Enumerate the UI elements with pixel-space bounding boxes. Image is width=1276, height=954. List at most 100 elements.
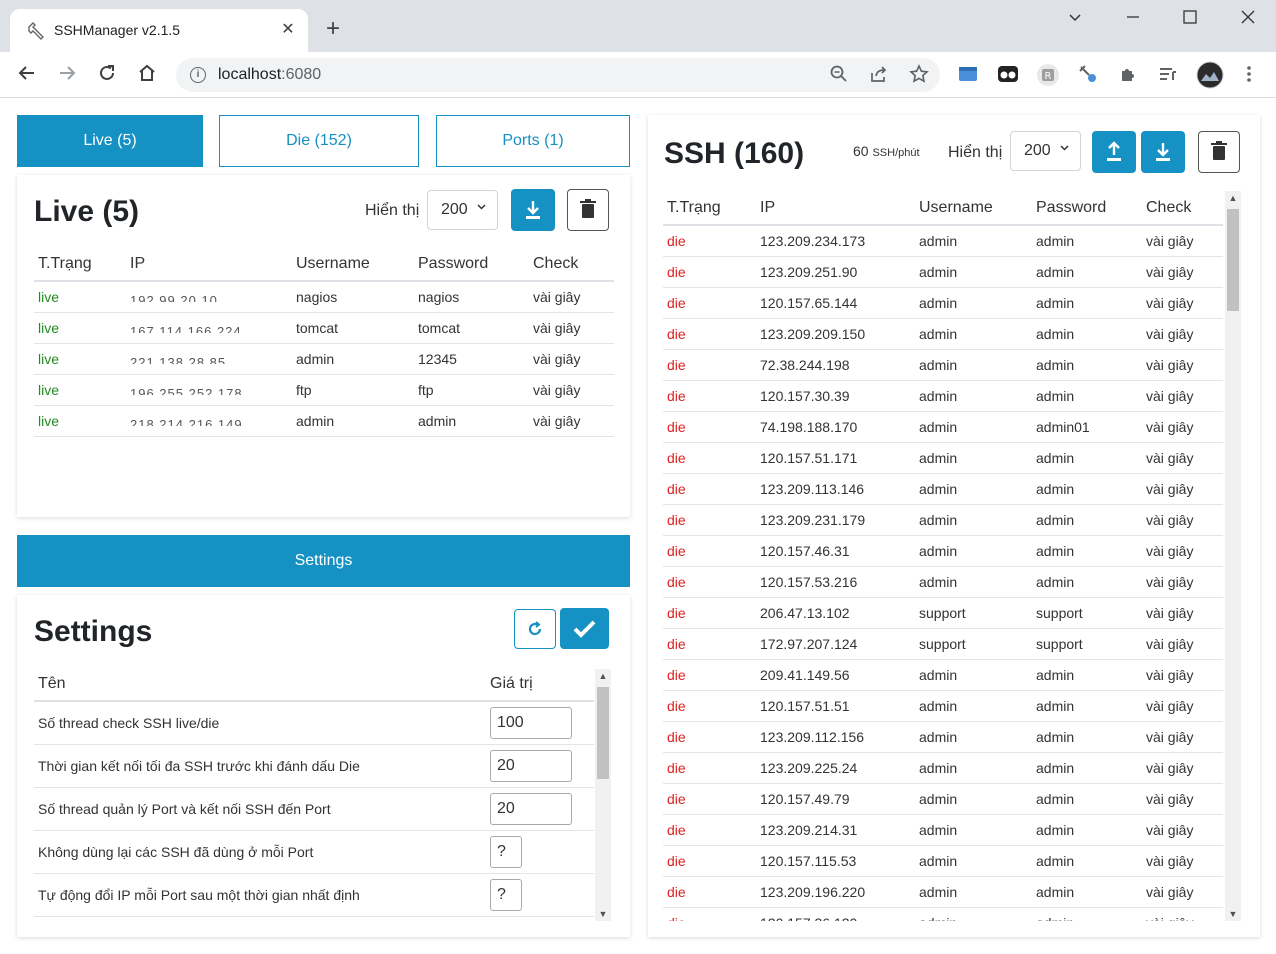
scroll-down-icon[interactable]: ▼ <box>1225 909 1241 919</box>
cell-check-text: vài giây <box>1146 263 1194 280</box>
tab-ports[interactable]: Ports (1) <box>436 115 630 167</box>
profile-avatar-icon[interactable] <box>1196 61 1224 89</box>
cell-check-text: vài giây <box>533 350 581 367</box>
table-row[interactable]: die 120.157.53.216 admin admin vài giây <box>663 566 1223 598</box>
extension-window-icon[interactable] <box>956 63 980 87</box>
col-status: T.Trạng <box>34 247 126 282</box>
tab-search-icon[interactable] <box>1066 8 1084 31</box>
info-icon[interactable]: i <box>190 67 206 83</box>
settings-toggle-button[interactable]: Settings <box>17 535 630 587</box>
address-bar[interactable]: i localhost:6080 <box>176 58 940 92</box>
setting-input[interactable]: 100 <box>490 706 572 739</box>
forward-icon[interactable] <box>54 62 80 88</box>
extension-glasses-icon[interactable] <box>996 63 1020 87</box>
table-row[interactable]: live 221.138.28.85 admin 12345 vài giây <box>34 343 614 375</box>
table-row[interactable]: die 120.157.115.53 admin admin vài giây <box>663 845 1223 877</box>
cell-password: admin <box>1032 287 1142 319</box>
table-row[interactable]: die 120.157.30.39 admin admin vài giây <box>663 380 1223 412</box>
ssh-download-button[interactable] <box>1141 131 1185 173</box>
extension-satellite-icon[interactable] <box>1076 63 1100 87</box>
tab-die[interactable]: Die (152) <box>219 115 419 167</box>
cell-ip-text: 123.209.231.179 <box>760 511 866 528</box>
table-row[interactable]: die 120.157.46.31 admin admin vài giây <box>663 535 1223 567</box>
zoom-icon[interactable] <box>828 64 850 89</box>
table-row[interactable]: die 123.209.196.220 admin admin vài giây <box>663 876 1223 908</box>
ssh-scrollbar[interactable]: ▲ ▼ <box>1225 191 1241 921</box>
table-row[interactable]: die 123.209.214.31 admin admin vài giây <box>663 814 1223 846</box>
settings-row: Không dùng lại các SSH đã dùng ở mỗi Por… <box>34 830 594 874</box>
minimize-icon[interactable] <box>1124 8 1142 31</box>
cell-check-text: vài giây <box>1146 542 1194 559</box>
table-row[interactable]: die 123.209.231.179 admin admin vài giây <box>663 504 1223 536</box>
settings-save-button[interactable] <box>560 608 609 649</box>
table-row[interactable]: die 123.209.225.24 admin admin vài giây <box>663 752 1223 784</box>
close-tab-icon[interactable]: ✕ <box>278 19 298 39</box>
table-row[interactable]: die 172.97.207.124 support support vài giây <box>663 628 1223 660</box>
table-row[interactable]: die 120.157.36.120 admin admin vài giây <box>663 907 1223 921</box>
live-show-select[interactable]: 200 <box>427 190 498 230</box>
setting-input[interactable]: 20 <box>490 792 572 825</box>
close-window-icon[interactable] <box>1239 8 1257 31</box>
table-row[interactable]: die 209.41.149.56 admin admin vài giây <box>663 659 1223 691</box>
share-icon[interactable] <box>868 64 890 89</box>
setting-checkbox[interactable]: ? <box>490 835 522 868</box>
reading-list-icon[interactable] <box>1156 63 1180 87</box>
settings-scroll-thumb[interactable] <box>597 687 609 779</box>
browser-tab[interactable]: SSHManager v2.1.5 ✕ <box>10 9 308 52</box>
ssh-scroll-thumb[interactable] <box>1227 209 1239 311</box>
setting-name: Không dùng lại các SSH đã dùng ở mỗi Por… <box>34 830 486 874</box>
table-row[interactable]: die 120.157.51.51 admin admin vài giây <box>663 690 1223 722</box>
table-row[interactable]: live 192.99.20.10 nagios nagios vài giây <box>34 281 614 313</box>
cell-password: admin <box>1032 566 1142 598</box>
setting-input[interactable]: 20 <box>490 749 572 782</box>
table-row[interactable]: live 196.255.252.178 ftp ftp vài giây <box>34 374 614 406</box>
table-row[interactable]: live 167.114.166.224 tomcat tomcat vài giây <box>34 312 614 344</box>
cell-status: die <box>663 535 756 567</box>
cell-check: vài giây <box>1142 380 1223 412</box>
table-row[interactable]: die 206.47.13.102 support support vài giây <box>663 597 1223 629</box>
cell-ip-text: 123.209.209.150 <box>760 325 866 342</box>
ssh-show-select[interactable]: 200 <box>1010 131 1081 171</box>
back-icon[interactable] <box>14 62 40 88</box>
bookmark-star-icon[interactable] <box>908 64 930 89</box>
live-download-button[interactable] <box>511 189 555 231</box>
table-row[interactable]: die 120.157.51.171 admin admin vài giây <box>663 442 1223 474</box>
table-row[interactable]: die 72.38.244.198 admin admin vài giây <box>663 349 1223 381</box>
cell-username: admin <box>915 535 1032 567</box>
cell-status: die <box>663 597 756 629</box>
live-delete-button[interactable] <box>567 189 609 231</box>
cell-username-text: admin <box>919 387 958 404</box>
cell-ip: 72.38.244.198 <box>756 349 915 381</box>
cell-check: vài giây <box>529 405 614 437</box>
ssh-upload-button[interactable] <box>1092 131 1136 173</box>
cell-ip: 218.214.216.149 <box>126 405 292 437</box>
settings-reload-button[interactable] <box>514 609 556 649</box>
table-row[interactable]: die 123.209.113.146 admin admin vài giây <box>663 473 1223 505</box>
tab-live[interactable]: Live (5) <box>17 115 203 167</box>
table-row[interactable]: die 123.209.112.156 admin admin vài giây <box>663 721 1223 753</box>
home-icon[interactable] <box>134 62 160 88</box>
table-row[interactable]: live 218.214.216.149 admin admin vài giây <box>34 405 614 437</box>
cell-ip: 172.97.207.124 <box>756 628 915 660</box>
setting-checkbox[interactable]: ? <box>490 878 522 911</box>
extension-r-icon[interactable]: R <box>1036 63 1060 87</box>
cell-password: admin <box>1032 380 1142 412</box>
table-row[interactable]: die 123.209.251.90 admin admin vài giây <box>663 256 1223 288</box>
cell-status: die <box>663 225 756 257</box>
table-row[interactable]: die 74.198.188.170 admin admin01 vài giây <box>663 411 1223 443</box>
settings-scrollbar[interactable]: ▲ ▼ <box>595 669 611 921</box>
browser-menu-icon[interactable] <box>1237 63 1261 87</box>
maximize-icon[interactable] <box>1181 8 1199 31</box>
scroll-up-icon[interactable]: ▲ <box>595 671 611 681</box>
table-row[interactable]: die 123.209.234.173 admin admin vài giây <box>663 225 1223 257</box>
cell-status: die <box>663 411 756 443</box>
table-row[interactable]: die 123.209.209.150 admin admin vài giây <box>663 318 1223 350</box>
new-tab-icon[interactable]: + <box>326 16 340 42</box>
table-row[interactable]: die 120.157.65.144 admin admin vài giây <box>663 287 1223 319</box>
ssh-delete-button[interactable] <box>1198 131 1240 173</box>
reload-icon[interactable] <box>94 62 120 88</box>
extensions-puzzle-icon[interactable] <box>1116 63 1140 87</box>
table-row[interactable]: die 120.157.49.79 admin admin vài giây <box>663 783 1223 815</box>
scroll-up-icon[interactable]: ▲ <box>1225 193 1241 203</box>
scroll-down-icon[interactable]: ▼ <box>595 909 611 919</box>
